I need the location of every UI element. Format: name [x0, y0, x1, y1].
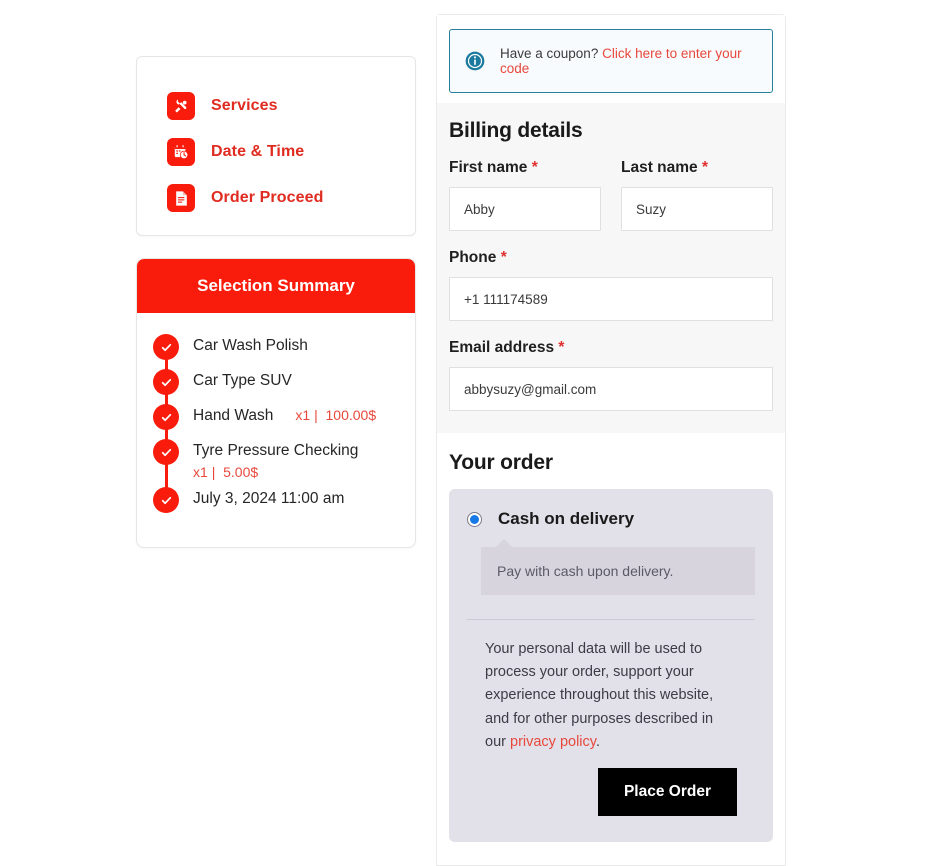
- summary-item-name: Hand Wash: [193, 407, 274, 424]
- privacy-policy-link[interactable]: privacy policy: [510, 734, 596, 750]
- first-name-field[interactable]: [449, 187, 601, 231]
- step-item-services[interactable]: Services: [137, 83, 415, 129]
- name-row: First name * Last name *: [449, 159, 773, 231]
- summary-item-name: Car Wash Polish: [193, 337, 308, 354]
- check-icon: [153, 369, 179, 395]
- step-label-services: Services: [211, 97, 278, 114]
- summary-item-name: Car Type SUV: [193, 372, 292, 389]
- info-icon: [464, 50, 486, 72]
- payment-description: Pay with cash upon delivery.: [481, 539, 755, 595]
- check-icon: [153, 487, 179, 513]
- place-order-button[interactable]: Place Order: [597, 767, 737, 816]
- summary-item-datetime: July 3, 2024 11:00 am: [193, 490, 345, 507]
- document-icon: [167, 184, 195, 212]
- required-marker: *: [701, 159, 709, 176]
- left-column: Services Date & Time Order Proceed Selec…: [136, 56, 416, 548]
- radio-cash-on-delivery[interactable]: [467, 511, 482, 527]
- check-icon: [153, 404, 179, 430]
- calendar-clock-icon: [167, 138, 195, 166]
- order-section: Your order Cash on delivery Pay with cas…: [437, 433, 785, 842]
- required-marker: *: [500, 249, 507, 266]
- summary-item-price: x1 | 5.00$: [193, 464, 259, 480]
- required-marker: *: [558, 339, 565, 356]
- check-icon: [153, 439, 179, 465]
- email-field[interactable]: [449, 367, 773, 411]
- required-marker: *: [531, 159, 538, 176]
- coupon-banner[interactable]: Have a coupon? Click here to enter your …: [449, 29, 773, 93]
- payment-methods-box: Cash on delivery Pay with cash upon deli…: [449, 489, 773, 842]
- check-icon: [153, 334, 179, 360]
- list-item: Hand Wash x1 | 100.00$: [153, 403, 399, 438]
- summary-item-name: Tyre Pressure Checking: [193, 442, 359, 459]
- last-name-label: Last name *: [621, 159, 709, 176]
- selection-summary-body: Car Wash Polish Car Type SUV Hand Wash x…: [137, 313, 415, 547]
- step-item-date-time[interactable]: Date & Time: [137, 129, 415, 175]
- checkout-page: Services Date & Time Order Proceed Selec…: [0, 0, 944, 866]
- last-name-field[interactable]: [621, 187, 773, 231]
- phone-label: Phone *: [449, 249, 507, 266]
- payment-option-cash-on-delivery[interactable]: Cash on delivery: [467, 509, 755, 529]
- privacy-notice: Your personal data will be used to proce…: [467, 620, 755, 754]
- summary-item-price: x1 | 100.00$: [295, 407, 377, 423]
- selection-summary-title: Selection Summary: [137, 259, 415, 313]
- step-item-order-proceed[interactable]: Order Proceed: [137, 175, 415, 221]
- step-label-order-proceed: Order Proceed: [211, 189, 324, 206]
- selection-summary-card: Selection Summary Car Wash Polish Car Ty…: [136, 258, 416, 548]
- list-item: Car Wash Polish: [153, 333, 399, 368]
- list-item: July 3, 2024 11:00 am: [153, 486, 399, 521]
- steps-card: Services Date & Time Order Proceed: [136, 56, 416, 236]
- payment-option-label: Cash on delivery: [498, 509, 635, 528]
- coupon-question: Have a coupon?: [500, 46, 599, 61]
- list-item: Car Type SUV: [153, 368, 399, 403]
- privacy-text-end: .: [595, 733, 600, 750]
- list-item: Tyre Pressure Checking x1 | 5.00$: [153, 438, 399, 486]
- billing-section: Billing details First name * Last name *: [437, 103, 785, 433]
- summary-timeline: Car Wash Polish Car Type SUV Hand Wash x…: [153, 333, 399, 521]
- order-title: Your order: [449, 451, 553, 474]
- tools-icon: [167, 92, 195, 120]
- email-label: Email address *: [449, 339, 565, 356]
- billing-title: Billing details: [449, 119, 583, 142]
- step-label-date-time: Date & Time: [211, 143, 305, 160]
- phone-field[interactable]: [449, 277, 773, 321]
- first-name-label: First name *: [449, 159, 538, 176]
- checkout-panel: Have a coupon? Click here to enter your …: [436, 14, 786, 866]
